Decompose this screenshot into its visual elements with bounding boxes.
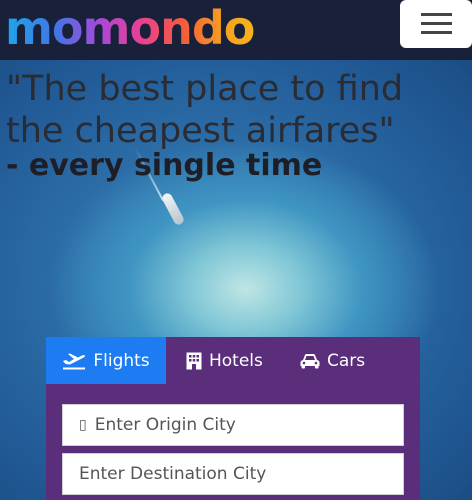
top-header: momondo — [0, 0, 472, 60]
tab-cars-label: Cars — [327, 350, 366, 371]
momondo-logo[interactable]: momondo — [5, 2, 255, 54]
search-tabs: Flights Hotels Cars — [46, 337, 420, 384]
destination-city-input[interactable]: Enter Destination City — [62, 453, 404, 495]
search-panel: Flights Hotels Cars ▯ Enter Origin City … — [46, 337, 420, 500]
tab-hotels-label: Hotels — [209, 350, 263, 371]
building-icon — [186, 352, 202, 370]
origin-city-input[interactable]: ▯ Enter Origin City — [62, 404, 404, 446]
tab-cars[interactable]: Cars — [300, 337, 365, 384]
hero-subline: - every single time — [6, 148, 323, 183]
origin-city-placeholder: Enter Origin City — [94, 415, 236, 435]
menu-toggle-button[interactable] — [400, 0, 472, 48]
tab-hotels[interactable]: Hotels — [186, 337, 263, 384]
airplane-departure-icon — [62, 352, 86, 370]
origin-marker-icon: ▯ — [79, 417, 87, 433]
hero-headline: "The best place to find the cheapest air… — [6, 69, 404, 151]
airplane-image — [160, 191, 186, 227]
tab-flights-label: Flights — [93, 350, 150, 371]
destination-city-placeholder: Enter Destination City — [79, 464, 267, 484]
tab-flights[interactable]: Flights — [46, 337, 166, 384]
car-icon — [300, 353, 320, 369]
